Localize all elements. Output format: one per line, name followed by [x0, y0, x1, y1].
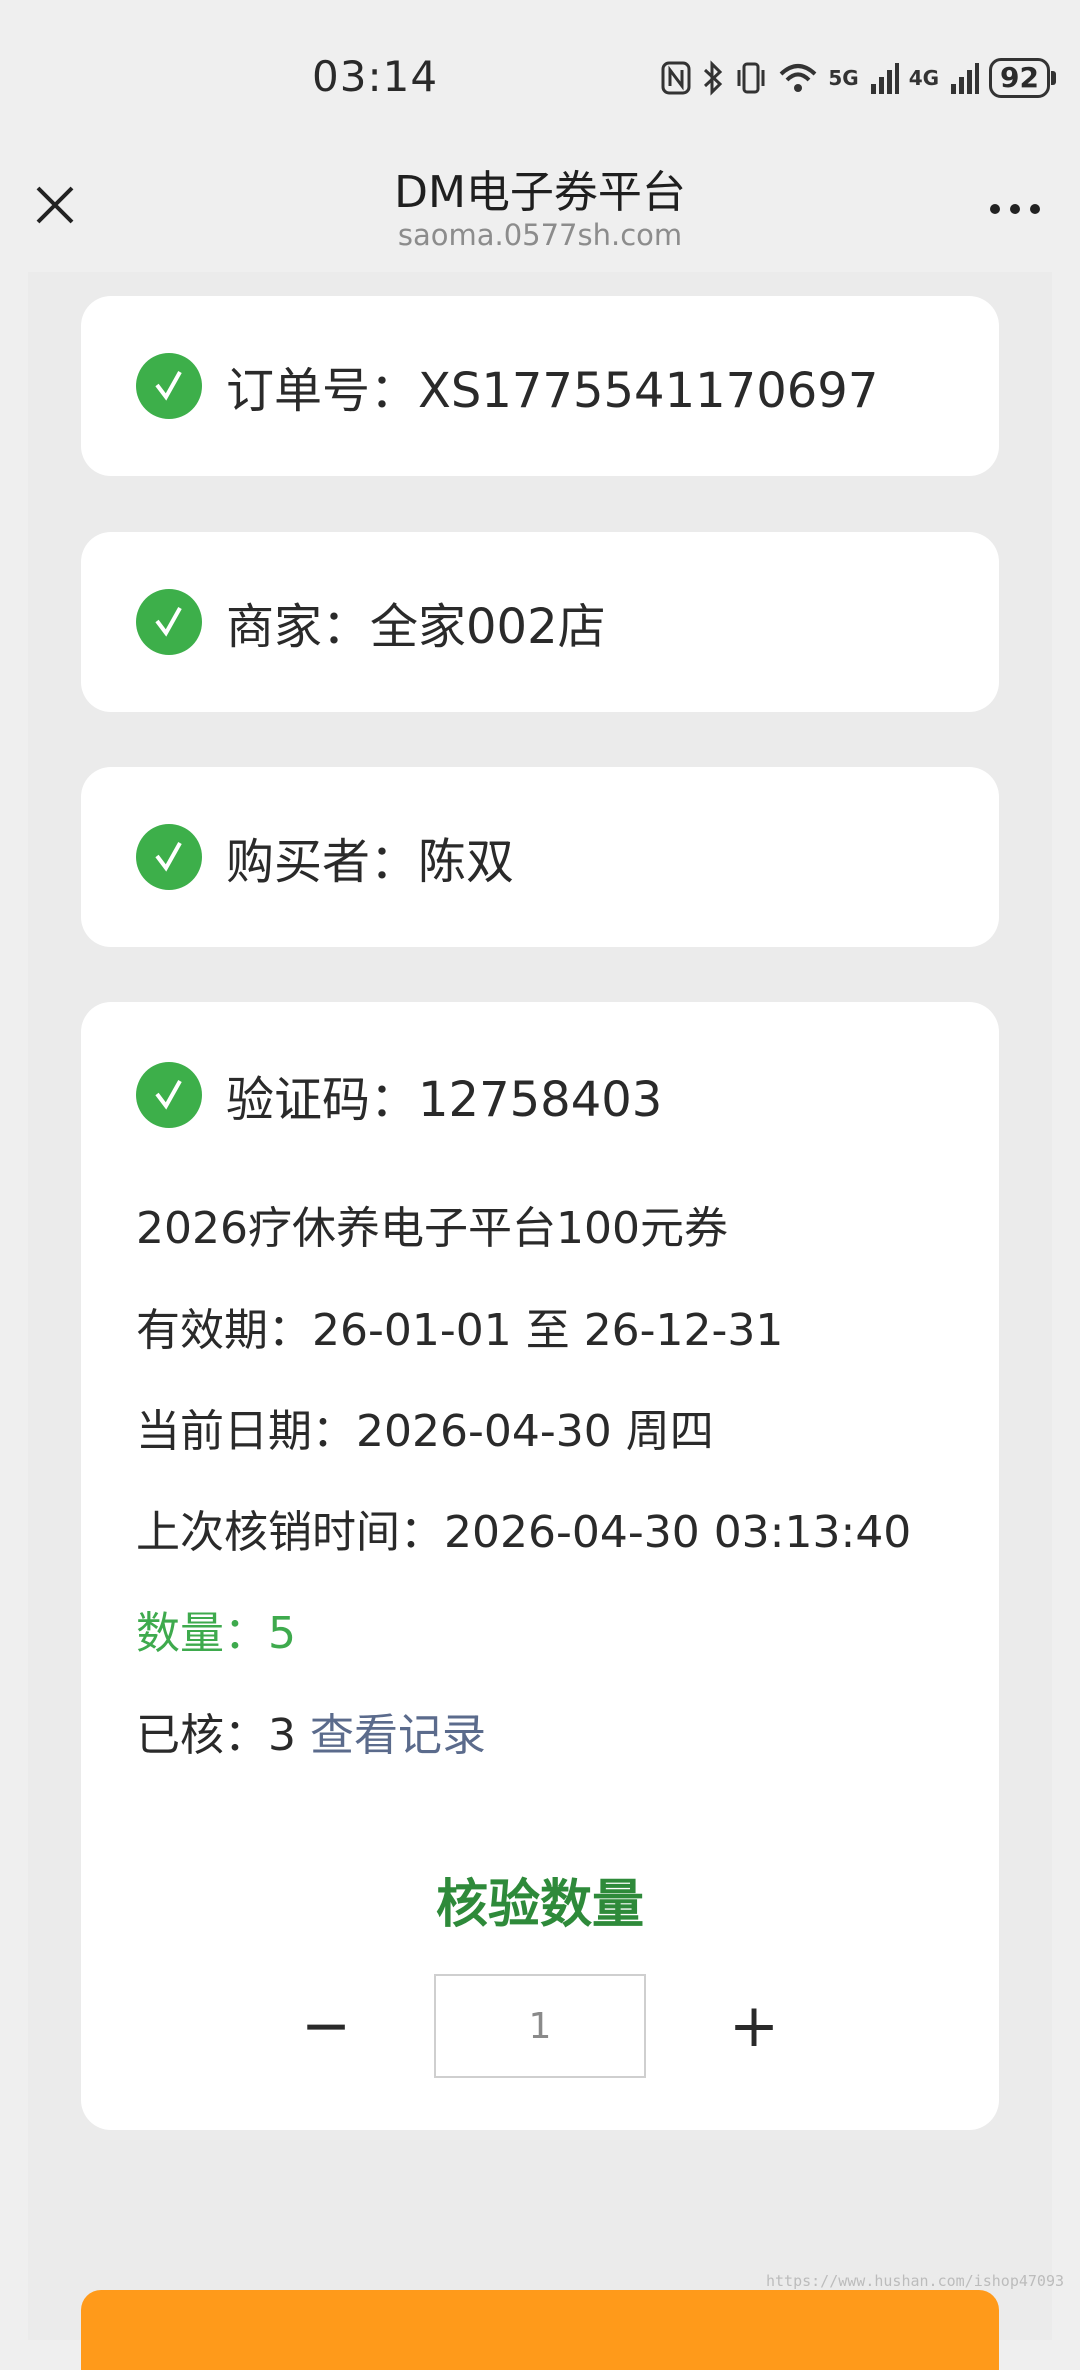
- signal-icon: [870, 63, 899, 94]
- signal-icon-2: [951, 63, 980, 94]
- submit-button[interactable]: [81, 2290, 999, 2370]
- nfc-icon: [661, 61, 691, 95]
- content-area: 订单号：XS1775541170697 商家：全家002店 购买者：陈双 验证码…: [28, 272, 1052, 2340]
- check-icon: [136, 353, 202, 419]
- verification-code: 验证码：12758403: [226, 1072, 663, 1128]
- increment-button[interactable]: +: [714, 1986, 794, 2066]
- buyer-card: 购买者：陈双: [81, 767, 999, 947]
- buyer-name: 购买者：陈双: [226, 834, 515, 890]
- status-time: 03:14: [312, 52, 439, 101]
- page-title: DM电子券平台: [394, 167, 686, 218]
- current-date: 当前日期：2026-04-30 周四: [136, 1406, 714, 1457]
- order-card: 订单号：XS1775541170697: [81, 296, 999, 476]
- quantity-stepper: − +: [81, 1974, 999, 2078]
- coupon-detail-card: 验证码：12758403 2026疗休养电子平台100元券 有效期：26-01-…: [81, 1002, 999, 2130]
- check-icon: [136, 1062, 202, 1128]
- verified-row: 已核：3 查看记录: [136, 1699, 486, 1763]
- nav-header: DM电子券平台 saoma.0577sh.com: [0, 140, 1080, 272]
- check-icon: [136, 824, 202, 890]
- last-verify-time: 上次核销时间：2026-04-30 03:13:40: [136, 1507, 912, 1558]
- status-bar: 03:14 5G 4G 92: [0, 0, 1080, 140]
- merchant-card: 商家：全家002店: [81, 532, 999, 712]
- network-4g-label: 4G: [908, 66, 940, 90]
- more-menu-icon[interactable]: [990, 204, 1040, 214]
- bluetooth-icon: [704, 60, 723, 96]
- network-5g-label: 5G: [828, 66, 859, 90]
- battery-indicator: 92: [989, 58, 1056, 98]
- validity-period: 有效期：26-01-01 至 26-12-31: [136, 1305, 784, 1356]
- quantity-input[interactable]: [434, 1974, 646, 2078]
- view-records-link[interactable]: 查看记录: [310, 1710, 486, 1761]
- watermark: https://www.hushan.com/ishop47093: [765, 2272, 1064, 2290]
- order-number: 订单号：XS1775541170697: [226, 363, 879, 419]
- verify-quantity-title: 核验数量: [435, 1875, 644, 1935]
- wifi-icon: [779, 64, 817, 92]
- merchant-name: 商家：全家002店: [226, 599, 606, 655]
- check-icon: [136, 589, 202, 655]
- vibrate-icon: [737, 62, 765, 94]
- coupon-name: 2026疗休养电子平台100元券: [136, 1203, 728, 1254]
- decrement-button[interactable]: −: [286, 1986, 366, 2066]
- code-row: 验证码：12758403: [136, 1060, 662, 1130]
- status-icons: 5G 4G 92: [660, 56, 1056, 100]
- verified-count: 已核：3: [136, 1710, 296, 1761]
- page-url: saoma.0577sh.com: [397, 218, 683, 252]
- quantity-total: 数量：5: [136, 1608, 296, 1659]
